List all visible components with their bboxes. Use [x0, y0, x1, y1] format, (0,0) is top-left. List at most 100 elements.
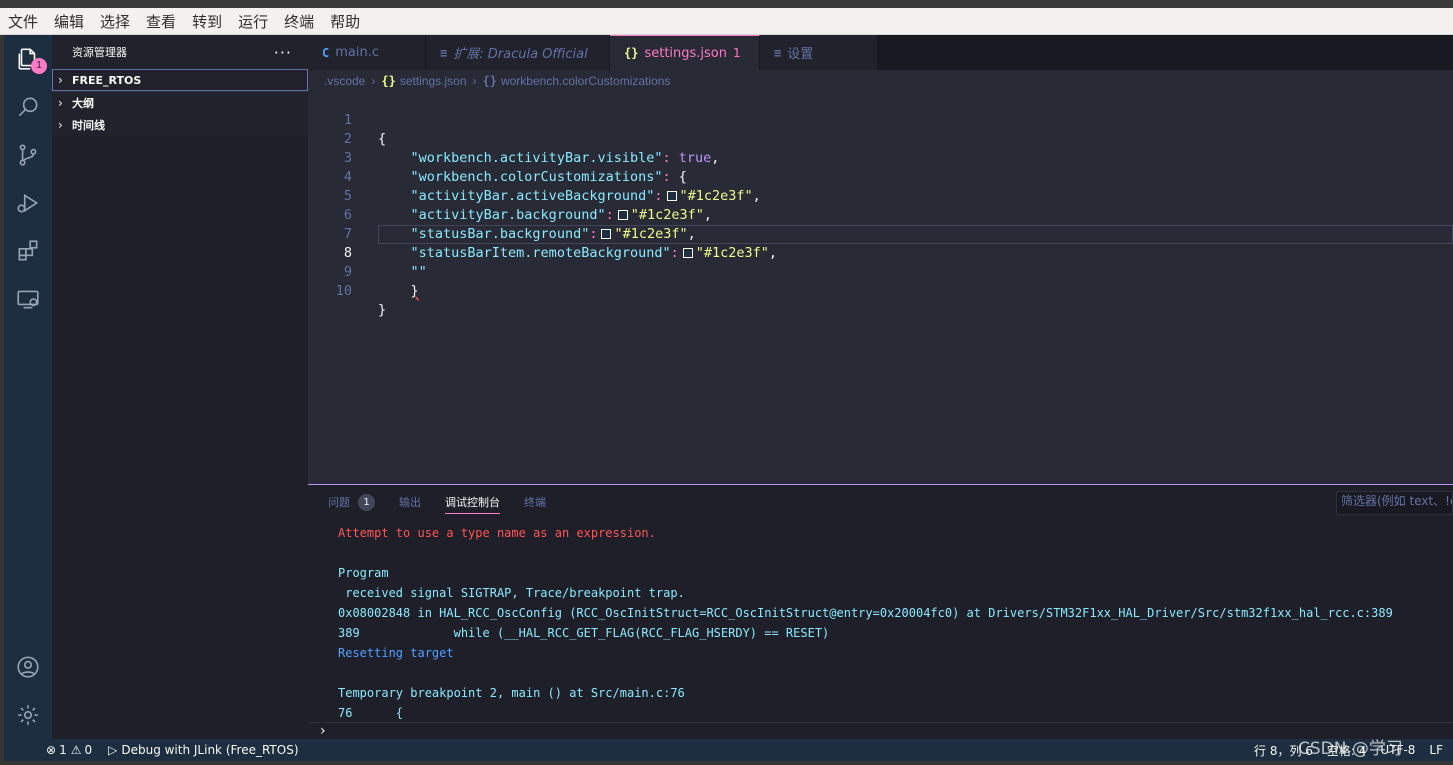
code-text: } — [410, 283, 419, 299]
json-file-icon: {} — [624, 46, 639, 60]
code-line: 2 "workbench.activityBar.visible": true, — [308, 111, 1453, 166]
debug-console-output: Attempt to use a type name as an express… — [338, 523, 1393, 723]
tab-extension-dracula[interactable]: ≡ 扩展: Dracula Official — [426, 35, 610, 70]
console-input[interactable]: › — [308, 722, 1453, 740]
console-filter-input[interactable]: 筛选器(例如 text、!e — [1336, 491, 1453, 515]
problems-count-badge: 1 — [358, 493, 375, 511]
tab-main-c[interactable]: C main.c — [308, 35, 426, 70]
code-line: 1 { — [308, 92, 1453, 147]
tab-output[interactable]: 输出 — [399, 485, 421, 519]
account-icon[interactable] — [4, 643, 52, 691]
code-line: 3 "workbench.colorCustomizations": { — [308, 130, 1453, 185]
sidebar-empty-area — [52, 136, 308, 739]
explorer-icon[interactable]: 1 — [4, 35, 52, 83]
code-editor[interactable]: 1 { 2 "workbench.activityBar.visible": t… — [308, 92, 1453, 484]
chevron-right-icon: › — [58, 96, 63, 110]
tab-label: main.c — [335, 45, 379, 60]
window-titlebar — [0, 0, 1453, 8]
remote-explorer-icon[interactable] — [4, 275, 52, 323]
extensions-icon[interactable] — [4, 227, 52, 275]
tab-terminal[interactable]: 终端 — [524, 485, 546, 519]
breadcrumb-key[interactable]: workbench.colorCustomizations — [501, 74, 670, 88]
section-timeline[interactable]: › 时间线 — [52, 114, 308, 136]
console-line: Program — [338, 566, 389, 580]
editor-tab-bar: C main.c ≡ 扩展: Dracula Official {} setti… — [308, 35, 1453, 70]
source-control-icon[interactable] — [4, 131, 52, 179]
section-free-rtos[interactable]: › FREE_RTOS — [52, 69, 308, 91]
more-actions-button[interactable]: ··· — [274, 43, 292, 62]
breadcrumb-file[interactable]: settings.json — [400, 74, 467, 88]
console-line: 389 while (__HAL_RCC_GET_FLAG(RCC_FLAG_H… — [338, 626, 830, 640]
settings-gear-icon[interactable] — [4, 691, 52, 739]
explorer-badge: 1 — [31, 58, 47, 74]
error-icon: ⊗ — [46, 743, 57, 757]
tab-label: 扩展: Dracula Official — [453, 47, 588, 62]
tab-settings-ui[interactable]: ≡ 设置 — [760, 35, 878, 70]
bottom-panel: 问题 1 输出 调试控制台 终端 筛选器(例如 text、!e Attempt … — [308, 484, 1453, 739]
code-line: 10 } — [308, 263, 1453, 318]
console-line: received signal SIGTRAP, Trace/breakpoin… — [338, 586, 685, 600]
warning-count: 0 — [84, 743, 93, 757]
menu-help[interactable]: 帮助 — [328, 11, 362, 32]
menu-terminal[interactable]: 终端 — [282, 11, 316, 32]
menu-bar: 文件 编辑 选择 查看 转到 运行 终端 帮助 — [0, 8, 1453, 35]
line-number: 10 — [335, 283, 352, 299]
code-line-current: 8 "" — [308, 225, 1453, 280]
code-line: 4 "activityBar.activeBackground": "#1c2e3… — [308, 149, 1453, 204]
code-line: 9 } — [308, 244, 1453, 299]
menu-run[interactable]: 运行 — [236, 11, 270, 32]
window-bottom-edge — [0, 761, 1453, 765]
code-text: } — [378, 302, 387, 318]
menu-view[interactable]: 查看 — [144, 11, 178, 32]
section-label: FREE_RTOS — [72, 73, 142, 87]
explorer-sidebar: 资源管理器 ··· › FREE_RTOS › 大纲 › 时间线 — [52, 35, 308, 739]
menu-edit[interactable]: 编辑 — [52, 11, 86, 32]
sidebar-header: 资源管理器 ··· — [52, 35, 308, 69]
console-line: 76 { — [338, 706, 404, 720]
menu-file[interactable]: 文件 — [6, 11, 40, 32]
console-line: Resetting target — [338, 646, 454, 660]
breadcrumb: .vscode › {} settings.json › {} workbenc… — [308, 70, 1453, 92]
debug-icon: ▷ — [108, 743, 118, 757]
error-count: 1 — [59, 743, 67, 757]
code-line: 7 "statusBarItem.remoteBackground": "#1c2… — [308, 206, 1453, 261]
tab-label: 设置 — [787, 47, 814, 62]
tab-problem-count: 1 — [733, 46, 741, 60]
chevron-right-icon: › — [58, 73, 63, 87]
console-line: Attempt to use a type name as an express… — [338, 526, 656, 540]
problems-status[interactable]: ⊗ 1 ⚠ 0 — [46, 743, 92, 757]
chevron-right-icon: › — [320, 723, 326, 739]
status-bar: ⊗ 1 ⚠ 0 ▷ Debug with JLink (Free_RTOS) 行… — [4, 739, 1453, 761]
c-file-icon: C — [322, 45, 330, 60]
tab-settings-json[interactable]: {} settings.json 1 — [610, 35, 760, 70]
watermark: CSDN @学习 — [1298, 739, 1403, 759]
console-line: Temporary breakpoint 2, main () at Src/m… — [338, 686, 685, 700]
tab-label: settings.json — [644, 45, 728, 61]
search-icon[interactable] — [4, 83, 52, 131]
run-debug-icon[interactable] — [4, 179, 52, 227]
breadcrumb-folder[interactable]: .vscode — [324, 74, 365, 88]
preview-file-icon: ≡ — [440, 45, 448, 60]
section-label: 大纲 — [72, 97, 94, 110]
chevron-right-icon: › — [371, 74, 376, 88]
console-line: 0x08002848 in HAL_RCC_OscConfig (RCC_Osc… — [338, 606, 1393, 620]
debug-config-status[interactable]: ▷ Debug with JLink (Free_RTOS) — [108, 743, 298, 757]
menu-selection[interactable]: 选择 — [98, 11, 132, 32]
settings-file-icon: ≡ — [774, 45, 782, 60]
end-of-line[interactable]: LF — [1429, 743, 1443, 757]
menu-go[interactable]: 转到 — [190, 11, 224, 32]
chevron-right-icon: › — [472, 74, 477, 88]
activity-bar: 1 — [4, 35, 52, 739]
warning-icon: ⚠ — [70, 743, 82, 757]
tab-debug-console[interactable]: 调试控制台 — [445, 490, 500, 514]
code-line: 5 "activityBar.background": "#1c2e3f", — [308, 168, 1453, 223]
json-object-icon: {} — [482, 74, 497, 88]
tab-label: 问题 — [328, 496, 350, 509]
chevron-right-icon: › — [58, 118, 63, 132]
code-line: 6 "statusBar.background": "#1c2e3f", — [308, 187, 1453, 242]
section-label: 时间线 — [72, 119, 105, 132]
section-outline[interactable]: › 大纲 — [52, 92, 308, 114]
tab-problems[interactable]: 问题 1 — [328, 485, 375, 519]
